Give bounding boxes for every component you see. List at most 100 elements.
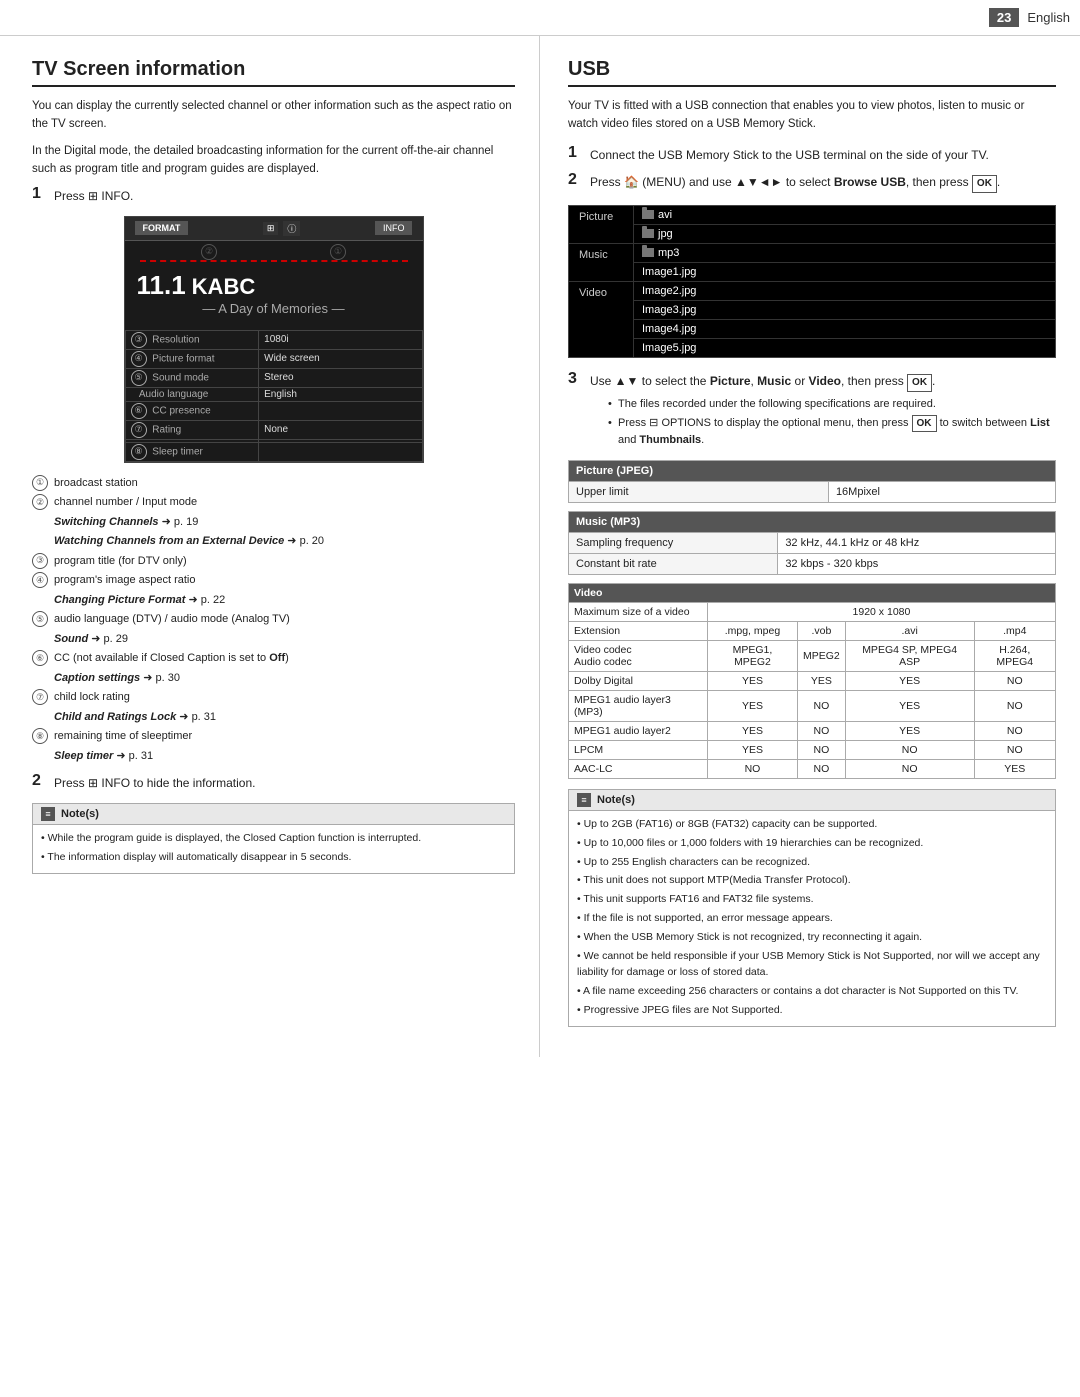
tv-channel-info: 11.1 KABC — A Day of Memories — bbox=[125, 262, 423, 326]
max-video-size-label: Maximum size of a video bbox=[569, 602, 708, 621]
callout-num-5: ⑤ bbox=[32, 611, 54, 628]
left-column: TV Screen information You can display th… bbox=[0, 36, 540, 1057]
sampling-freq-label: Sampling frequency bbox=[569, 532, 778, 553]
step-3-bullets: The files recorded under the following s… bbox=[590, 396, 1056, 449]
callout-indent-3 bbox=[32, 592, 54, 609]
table-row: ⑦ Rating None bbox=[125, 420, 422, 439]
step-3-bullet-2: Press ⊟ OPTIONS to display the optional … bbox=[604, 415, 1056, 449]
mpeg1-layer3-vob: NO bbox=[798, 690, 846, 721]
step-1-content: Press ⊞ INFO. bbox=[54, 187, 515, 206]
usb-item-mp3-label: mp3 bbox=[658, 247, 679, 259]
callout-item-4: ④ program's image aspect ratio bbox=[32, 572, 515, 589]
step-2-num: 2 bbox=[32, 772, 54, 790]
right-column: USB Your TV is fitted with a USB connect… bbox=[540, 36, 1080, 1057]
usb-item-avi: avi bbox=[634, 206, 1055, 225]
tv-info-display: FORMAT ⊞ ⓘ INFO ② ① 11.1 KABC — A Da bbox=[124, 216, 424, 463]
usb-item-jpg: jpg bbox=[634, 225, 1055, 243]
table-row: Upper limit 16Mpixel bbox=[569, 481, 1056, 502]
audio-codec-label: Audio codec bbox=[574, 656, 702, 668]
table-row: ④ Picture format Wide screen bbox=[125, 349, 422, 368]
usb-step-2-num: 2 bbox=[568, 171, 590, 189]
codec-label: Video codec Audio codec bbox=[569, 640, 708, 671]
detail-label-6: ⑦ Rating bbox=[125, 420, 259, 439]
notes-icon: ≡ bbox=[41, 807, 55, 821]
aaclc-label: AAC-LC bbox=[569, 759, 708, 778]
callout-item-8: ⑧ remaining time of sleeptimer bbox=[32, 728, 515, 745]
anno-7-circle: ⑦ bbox=[131, 422, 147, 438]
left-note-2: The information display will automatical… bbox=[41, 849, 506, 866]
detail-label-5: ⑥ CC presence bbox=[125, 401, 259, 420]
right-note-6: If the file is not supported, an error m… bbox=[577, 910, 1047, 927]
channel-subtitle: — A Day of Memories — bbox=[137, 301, 411, 316]
callout-link-sound: Sound ➜ p. 29 bbox=[54, 631, 128, 648]
tv-icon-2: ⓘ bbox=[283, 221, 300, 236]
folder-tab bbox=[642, 207, 647, 210]
tv-details-table: ③ Resolution 1080i ④ Picture format Wide… bbox=[125, 330, 423, 462]
video-codec-label: Video codec bbox=[574, 644, 702, 656]
right-notes-title: Note(s) bbox=[597, 794, 635, 806]
ok-button-label: OK bbox=[972, 175, 997, 193]
callout-sound: Sound ➜ p. 29 bbox=[32, 631, 515, 648]
table-row: ⑧ Sleep timer bbox=[125, 442, 422, 461]
mpeg1-layer3-label: MPEG1 audio layer3 (MP3) bbox=[569, 690, 708, 721]
left-notes-box: ≡ Note(s) While the program guide is dis… bbox=[32, 803, 515, 874]
codec-mp4: H.264, MPEG4 bbox=[974, 640, 1055, 671]
codec-mpg: MPEG1, MPEG2 bbox=[707, 640, 797, 671]
usb-item-jpg-label: jpg bbox=[658, 228, 673, 240]
callout-text-4: program's image aspect ratio bbox=[54, 572, 196, 589]
detail-label-8: ⑧ Sleep timer bbox=[125, 442, 259, 461]
right-note-1: Up to 2GB (FAT16) or 8GB (FAT32) capacit… bbox=[577, 816, 1047, 833]
folder-icon-avi bbox=[642, 210, 654, 219]
usb-music-row: Music mp3 Image1.jpg bbox=[569, 244, 1055, 282]
sampling-freq-value: 32 kHz, 44.1 kHz or 48 kHz bbox=[778, 532, 1056, 553]
callout-text-7: child lock rating bbox=[54, 689, 130, 706]
usb-item-image1: Image1.jpg bbox=[634, 263, 1055, 281]
callout-switching-channels: Switching Channels ➜ p. 19 bbox=[32, 514, 515, 531]
anno-3-circle: ③ bbox=[131, 332, 147, 348]
format-button-label: FORMAT bbox=[135, 221, 189, 235]
step-2-content: Press ⊞ INFO to hide the information. bbox=[54, 774, 515, 793]
bitrate-value: 32 kbps - 320 kbps bbox=[778, 553, 1056, 574]
anno-5-circle: ⑤ bbox=[131, 370, 147, 386]
picture-header-row: Picture (JPEG) bbox=[569, 460, 1056, 481]
usb-step-2: 2 Press 🏠 (MENU) and use ▲▼◄► to select … bbox=[568, 173, 1056, 193]
usb-item-mp3: mp3 bbox=[634, 244, 1055, 263]
table-row: Extension .mpg, mpeg .vob .avi .mp4 bbox=[569, 621, 1056, 640]
anno-8-circle: ⑧ bbox=[131, 444, 147, 460]
step-1-num: 1 bbox=[32, 185, 54, 203]
usb-step-2-content: Press 🏠 (MENU) and use ▲▼◄► to select Br… bbox=[590, 173, 1056, 193]
callout-num-7: ⑦ bbox=[32, 689, 54, 706]
usb-cat-music: Music bbox=[569, 244, 634, 281]
step-3-bullet-1: The files recorded under the following s… bbox=[604, 396, 1056, 413]
usb-item-image4-label: Image4.jpg bbox=[642, 323, 696, 335]
usb-step-1: 1 Connect the USB Memory Stick to the US… bbox=[568, 146, 1056, 165]
usb-step-1-num: 1 bbox=[568, 144, 590, 162]
left-notes-body: While the program guide is displayed, th… bbox=[33, 825, 514, 873]
ext-mpg: .mpg, mpeg bbox=[707, 621, 797, 640]
usb-intro: Your TV is fitted with a USB connection … bbox=[568, 97, 1056, 134]
usb-picture-row: Picture avi jpg bbox=[569, 206, 1055, 244]
detail-value-2: Wide screen bbox=[259, 349, 422, 368]
detail-value-5 bbox=[259, 401, 422, 420]
usb-step-3: 3 Use ▲▼ to select the Picture, Music or… bbox=[568, 372, 1056, 452]
channel-number: 11.1 bbox=[137, 270, 186, 301]
callout-link-caption: Caption settings ➜ p. 30 bbox=[54, 670, 180, 687]
callout-indent-2 bbox=[32, 533, 54, 550]
mpeg1-layer2-label: MPEG1 audio layer2 bbox=[569, 721, 708, 740]
right-note-7: When the USB Memory Stick is not recogni… bbox=[577, 929, 1047, 946]
dolby-label: Dolby Digital bbox=[569, 671, 708, 690]
right-note-5: This unit supports FAT16 and FAT32 file … bbox=[577, 891, 1047, 908]
usb-item-image3-label: Image3.jpg bbox=[642, 304, 696, 316]
callout-item-3: ③ program title (for DTV only) bbox=[32, 553, 515, 570]
callout-num-4: ④ bbox=[32, 572, 54, 589]
video-header-cell: Video bbox=[569, 583, 1056, 602]
dolby-avi: YES bbox=[845, 671, 974, 690]
ext-avi: .avi bbox=[845, 621, 974, 640]
usb-item-image5-label: Image5.jpg bbox=[642, 342, 696, 354]
table-row: Audio language English bbox=[125, 387, 422, 401]
usb-cat-picture: Picture bbox=[569, 206, 634, 243]
callout-text-3: program title (for DTV only) bbox=[54, 553, 187, 570]
ok-button-step3: OK bbox=[907, 374, 932, 392]
right-section-title: USB bbox=[568, 58, 1056, 87]
codec-vob: MPEG2 bbox=[798, 640, 846, 671]
